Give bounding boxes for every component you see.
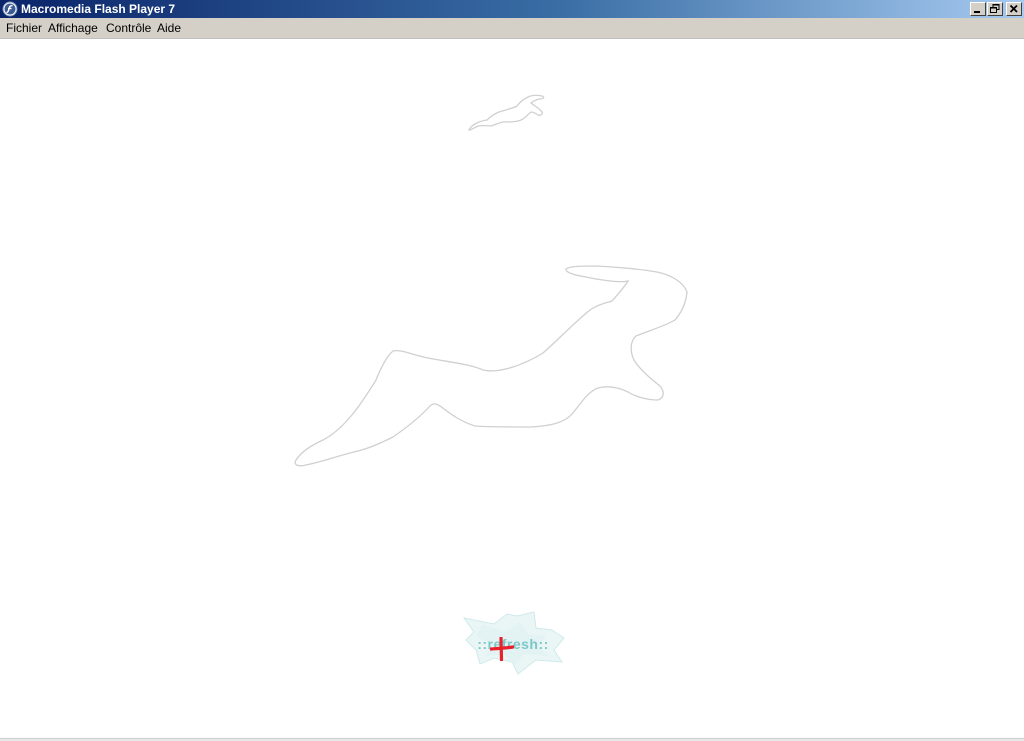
title-bar[interactable]: Macromedia Flash Player 7 <box>0 0 1024 18</box>
flash-player-window: Macromedia Flash Player 7 Fichier Affich… <box>0 0 1024 741</box>
close-button[interactable] <box>1006 2 1022 16</box>
large-hare-outline <box>294 265 688 467</box>
restore-button[interactable] <box>987 2 1003 16</box>
refresh-button[interactable]: ::refresh:: <box>462 610 566 676</box>
small-hare-outline <box>467 94 545 131</box>
close-icon <box>1009 4 1018 13</box>
minimize-button[interactable] <box>970 2 986 16</box>
menu-aide[interactable]: Aide <box>157 21 181 36</box>
menu-controle[interactable]: Contrôle <box>106 21 151 36</box>
menu-fichier[interactable]: Fichier <box>6 21 42 36</box>
crosshair-cursor-icon <box>490 637 514 661</box>
flash-stage[interactable]: ::refresh:: <box>0 40 1024 738</box>
minimize-icon <box>974 11 980 13</box>
flash-app-icon <box>2 1 18 17</box>
menu-bar: Fichier Affichage Contrôle Aide <box>0 18 1024 39</box>
window-title: Macromedia Flash Player 7 <box>21 2 176 16</box>
menu-affichage[interactable]: Affichage <box>48 21 98 36</box>
restore-icon <box>990 4 1000 13</box>
